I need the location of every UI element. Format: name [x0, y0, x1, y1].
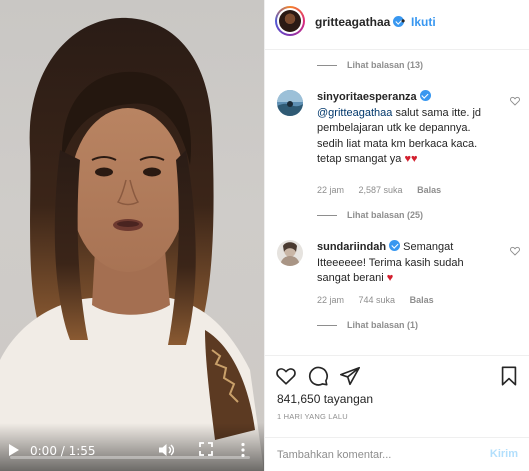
view-replies-label: Lihat balasan (13): [347, 60, 424, 70]
play-icon[interactable]: [8, 443, 20, 457]
bookmark-icon[interactable]: [498, 365, 520, 387]
video-frame: [0, 17, 264, 471]
seek-bar[interactable]: [10, 456, 250, 459]
like-comment-icon[interactable]: [510, 96, 520, 106]
comment-item: sundariindah Semangat Itteeeeee! Terima …: [277, 240, 522, 320]
avatar[interactable]: [277, 240, 303, 266]
comment-username[interactable]: sinyoritaesperanza: [317, 90, 431, 103]
share-icon[interactable]: [339, 365, 361, 387]
avatar[interactable]: [275, 6, 305, 36]
verified-badge-icon: [389, 240, 401, 251]
heart-emoji: ♥♥: [404, 153, 418, 165]
add-comment-bar: Kirim: [265, 437, 529, 471]
post-header: gritteagathaa • Ikuti: [265, 0, 529, 50]
view-replies-button[interactable]: Lihat balasan (25): [317, 210, 423, 224]
comment-input[interactable]: [277, 445, 477, 465]
follow-button[interactable]: Ikuti: [411, 15, 436, 29]
like-comment-icon[interactable]: [510, 246, 520, 256]
post-comment-button[interactable]: Kirim: [490, 448, 518, 460]
comment-likes[interactable]: 2,587 suka: [359, 185, 403, 195]
video-player[interactable]: 0:00 / 1:55: [0, 0, 264, 471]
username-text[interactable]: gritteagathaa: [315, 15, 390, 29]
view-replies-label: Lihat balasan (1): [347, 320, 419, 330]
view-count[interactable]: 841,650 tayangan: [277, 392, 373, 406]
video-controls-bar: 0:00 / 1:55: [0, 423, 264, 471]
comment-username-text[interactable]: sundariindah: [317, 241, 386, 253]
comment-meta: 22 jam 2,587 suka Balas: [317, 185, 453, 195]
post-date[interactable]: 1 HARI YANG LALU: [277, 412, 348, 421]
fullscreen-icon[interactable]: [199, 442, 213, 456]
reply-button[interactable]: Balas: [410, 295, 434, 305]
view-replies-button[interactable]: Lihat balasan (13): [317, 60, 423, 74]
comment-text: sinyoritaesperanza @gritteagathaa salut …: [317, 90, 497, 168]
heart-emoji: ♥: [386, 272, 394, 284]
avatar[interactable]: [277, 90, 303, 116]
comment-likes[interactable]: 744 suka: [359, 295, 396, 305]
post-sidebar: gritteagathaa • Ikuti Lihat balasan (13)…: [264, 0, 529, 471]
comment-username-text[interactable]: sinyoritaesperanza: [317, 91, 417, 103]
comment-icon[interactable]: [307, 365, 329, 387]
heart-icon[interactable]: [275, 365, 297, 387]
comment-text: sundariindah Semangat Itteeeeee! Terima …: [317, 240, 497, 287]
comment-mention[interactable]: @gritteagathaa: [317, 107, 392, 119]
comment-time[interactable]: 22 jam: [317, 295, 344, 305]
comments-list: Lihat balasan (13) sinyoritaesperanza @g…: [265, 50, 529, 355]
header-username[interactable]: gritteagathaa: [315, 15, 405, 29]
reply-button[interactable]: Balas: [417, 185, 441, 195]
post-actions: 841,650 tayangan 1 HARI YANG LALU: [265, 355, 529, 441]
view-replies-button[interactable]: Lihat balasan (1): [317, 320, 418, 334]
separator-dot: •: [401, 14, 406, 28]
verified-badge-icon: [419, 90, 431, 101]
comment-time[interactable]: 22 jam: [317, 185, 344, 195]
view-replies-label: Lihat balasan (25): [347, 210, 424, 220]
comment-meta: 22 jam 744 suka Balas: [317, 295, 446, 305]
comment-item: sinyoritaesperanza @gritteagathaa salut …: [277, 90, 522, 230]
comment-username[interactable]: sundariindah: [317, 240, 401, 253]
